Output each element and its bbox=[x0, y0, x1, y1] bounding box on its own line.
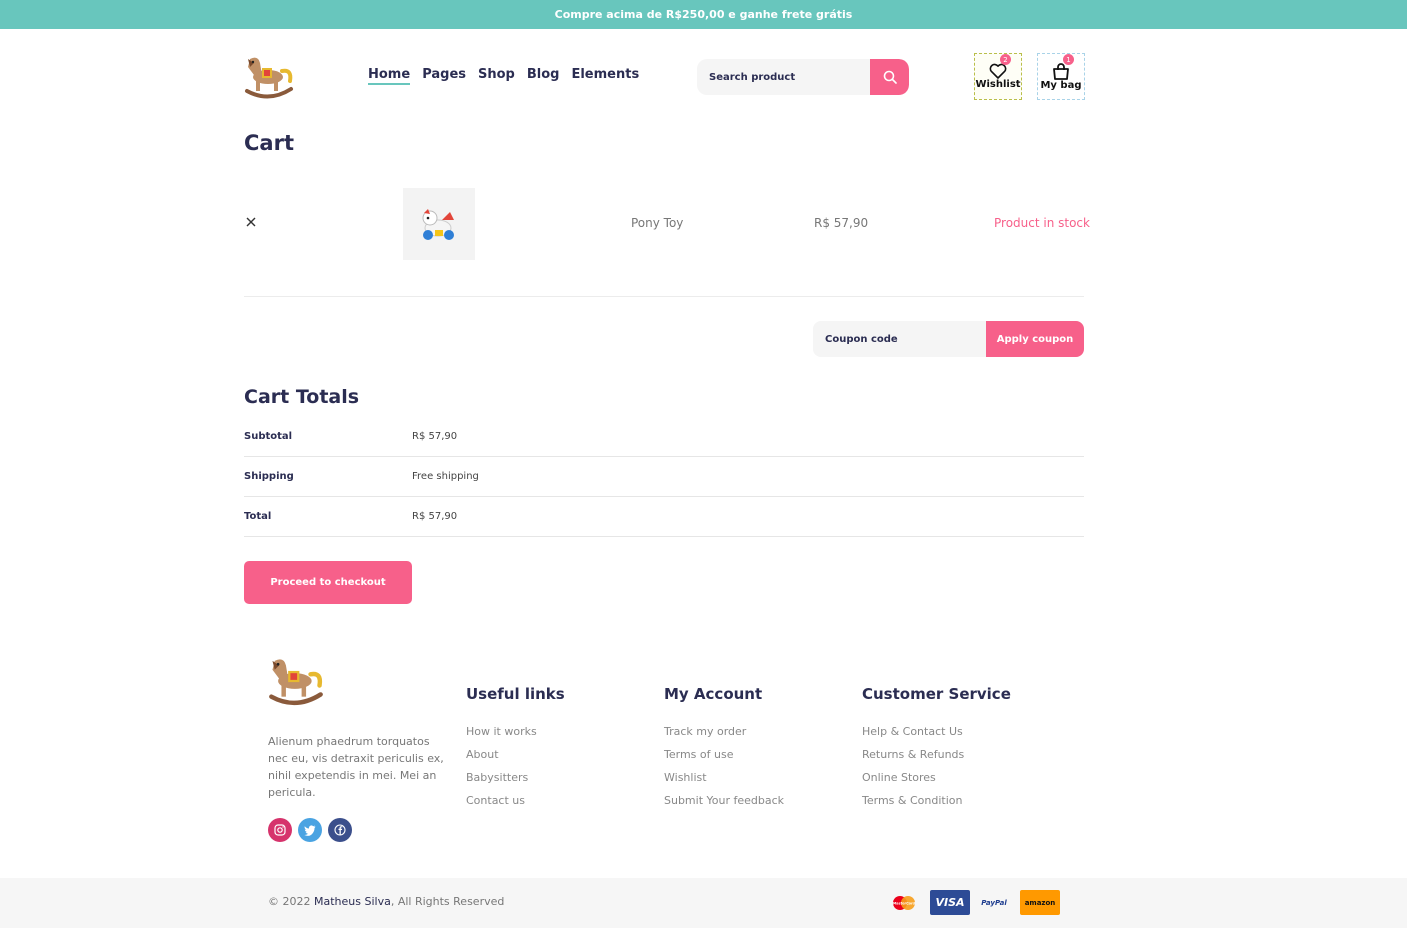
footer-link[interactable]: Submit Your feedback bbox=[664, 789, 784, 812]
nav-shop[interactable]: Shop bbox=[478, 67, 515, 85]
site-logo[interactable] bbox=[244, 53, 294, 105]
footer-link[interactable]: Terms of use bbox=[664, 743, 784, 766]
footer-link[interactable]: About bbox=[466, 743, 565, 766]
remove-item-button[interactable] bbox=[244, 215, 260, 231]
totals-value: Free shipping bbox=[412, 471, 479, 482]
mastercard-text: MasterCard bbox=[893, 901, 916, 905]
apply-coupon-button[interactable]: Apply coupon bbox=[986, 321, 1084, 357]
search-icon bbox=[883, 70, 897, 84]
footer-link[interactable]: Returns & Refunds bbox=[862, 743, 1011, 766]
footer-logo[interactable] bbox=[268, 654, 324, 712]
coupon-form: Apply coupon bbox=[813, 321, 1084, 357]
page-title: Cart bbox=[244, 131, 294, 155]
footer-col-title: Useful links bbox=[466, 685, 565, 703]
wishlist-button[interactable]: 2 Wishlist bbox=[974, 53, 1022, 100]
totals-row-total: Total R$ 57,90 bbox=[244, 497, 1084, 537]
product-price: R$ 57,90 bbox=[814, 216, 869, 230]
totals-value: R$ 57,90 bbox=[412, 511, 458, 522]
nav-pages[interactable]: Pages bbox=[422, 67, 466, 85]
footer-col-my-account: My Account Track my order Terms of use W… bbox=[664, 685, 784, 812]
bag-count-badge: 1 bbox=[1063, 54, 1074, 65]
nav-home[interactable]: Home bbox=[368, 67, 411, 85]
footer-link[interactable]: Wishlist bbox=[664, 766, 784, 789]
promo-text: Compre acima de R$250,00 e ganhe frete g… bbox=[554, 8, 853, 21]
totals-label: Total bbox=[244, 511, 272, 522]
instagram-link[interactable] bbox=[268, 818, 292, 842]
totals-row-subtotal: Subtotal R$ 57,90 bbox=[244, 417, 1084, 457]
heart-icon bbox=[989, 63, 1007, 79]
amazon-icon: amazon bbox=[1020, 890, 1060, 915]
totals-row-shipping: Shipping Free shipping bbox=[244, 457, 1084, 497]
footer-about-text: Alienum phaedrum torquatos nec eu, vis d… bbox=[268, 735, 444, 799]
twitter-icon bbox=[304, 824, 316, 836]
nav-elements[interactable]: Elements bbox=[571, 67, 639, 85]
product-name[interactable]: Pony Toy bbox=[631, 216, 683, 230]
search-bar bbox=[697, 59, 909, 95]
footer-col-title: My Account bbox=[664, 685, 763, 703]
twitter-link[interactable] bbox=[298, 818, 322, 842]
mastercard-icon: MasterCard bbox=[888, 890, 920, 915]
instagram-icon bbox=[274, 824, 286, 836]
totals-label: Shipping bbox=[244, 471, 294, 482]
search-input[interactable] bbox=[697, 59, 870, 95]
footer-link[interactable]: Help & Contact Us bbox=[862, 720, 1011, 743]
bag-button[interactable]: 1 My bag bbox=[1037, 53, 1085, 100]
copyright: © 2022 Matheus Silva, All Rights Reserve… bbox=[268, 895, 504, 908]
stock-status: Product in stock bbox=[994, 216, 1090, 230]
visa-icon: VISA bbox=[930, 890, 970, 915]
product-thumbnail[interactable] bbox=[403, 188, 475, 260]
totals-label: Subtotal bbox=[244, 431, 293, 442]
amazon-text: amazon bbox=[1024, 898, 1056, 907]
search-button[interactable] bbox=[870, 59, 909, 95]
footer-col-useful-links: Useful links How it works About Babysitt… bbox=[466, 685, 565, 812]
footer-link[interactable]: Contact us bbox=[466, 789, 565, 812]
proceed-to-checkout-button[interactable]: Proceed to checkout bbox=[244, 561, 412, 604]
footer-link[interactable]: Babysitters bbox=[466, 766, 565, 789]
close-icon bbox=[246, 217, 256, 227]
paypal-icon: PayPal bbox=[975, 890, 1013, 915]
totals-value: R$ 57,90 bbox=[412, 431, 458, 442]
footer-col-customer-service: Customer Service Help & Contact Us Retur… bbox=[862, 685, 1011, 812]
rocking-horse-icon bbox=[269, 659, 323, 706]
rocking-horse-icon bbox=[245, 57, 293, 99]
copyright-suffix: , All Rights Reserved bbox=[390, 895, 505, 908]
footer-link[interactable]: Track my order bbox=[664, 720, 784, 743]
promo-bar: Compre acima de R$250,00 e ganhe frete g… bbox=[0, 0, 1407, 29]
footer-bottom-bar bbox=[0, 878, 1407, 928]
cart-totals-title: Cart Totals bbox=[244, 386, 360, 408]
paypal-text: PayPal bbox=[981, 898, 1007, 907]
footer-link[interactable]: How it works bbox=[466, 720, 565, 743]
copyright-prefix: © 2022 bbox=[268, 895, 314, 908]
pony-toy-image bbox=[422, 209, 454, 240]
facebook-link[interactable] bbox=[328, 818, 352, 842]
nav-blog[interactable]: Blog bbox=[527, 67, 560, 85]
coupon-input[interactable] bbox=[813, 321, 986, 357]
footer-link[interactable]: Online Stores bbox=[862, 766, 1011, 789]
cart-divider bbox=[244, 296, 1084, 297]
wishlist-count-badge: 2 bbox=[1000, 54, 1011, 65]
bag-label: My bag bbox=[1040, 79, 1082, 91]
shopping-bag-icon bbox=[1053, 62, 1069, 80]
mastercard-logo: MasterCard bbox=[893, 895, 916, 910]
facebook-icon bbox=[334, 824, 346, 836]
copyright-author-link[interactable]: Matheus Silva bbox=[314, 895, 391, 908]
visa-text: VISA bbox=[935, 896, 965, 909]
footer-link[interactable]: Terms & Condition bbox=[862, 789, 1011, 812]
wishlist-label: Wishlist bbox=[975, 79, 1021, 90]
main-nav: Home Pages Shop Blog Elements bbox=[368, 67, 639, 85]
footer-col-title: Customer Service bbox=[862, 685, 1011, 703]
